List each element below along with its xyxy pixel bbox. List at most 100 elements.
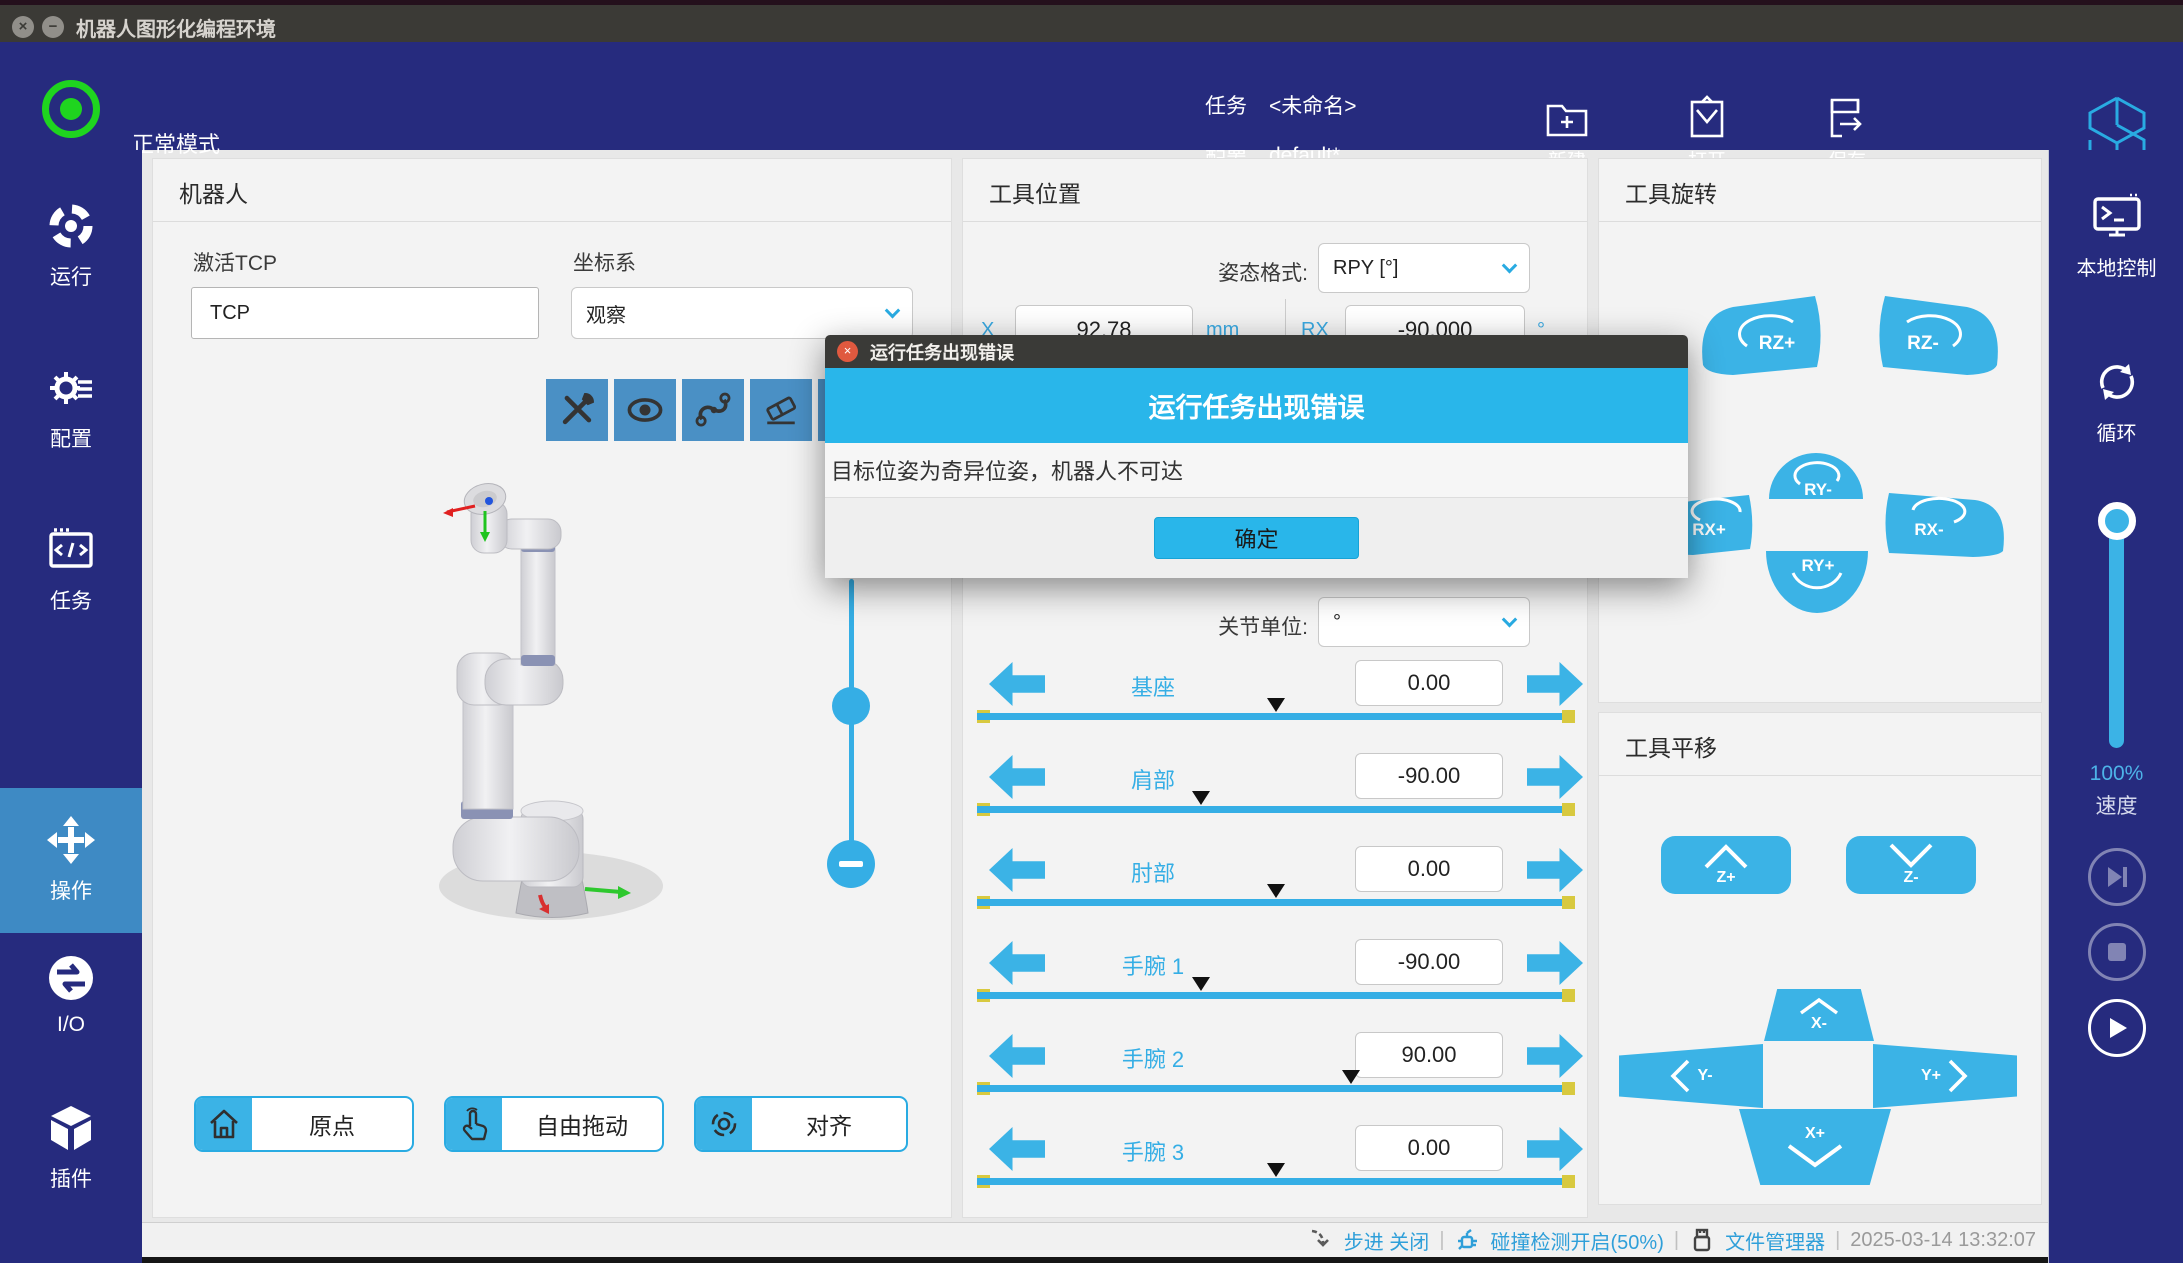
trace-path-icon xyxy=(691,388,735,432)
pose-format-label: 姿态格式: xyxy=(1023,257,1308,287)
terminal-icon xyxy=(2090,190,2144,244)
eye-icon xyxy=(623,388,667,432)
free-drag-label: 自由拖动 xyxy=(502,1098,662,1150)
zoom-slider-track[interactable] xyxy=(849,579,854,871)
clock: 2025-03-14 13:32:07 xyxy=(1850,1229,2036,1252)
y-plus-button[interactable]: Y+ xyxy=(1873,1044,2017,1108)
io-icon xyxy=(45,952,97,1004)
align-label: 对齐 xyxy=(752,1098,906,1150)
align-button[interactable]: 对齐 xyxy=(694,1096,908,1152)
stop-icon xyxy=(2102,937,2132,967)
sidebar-item-label: 配置 xyxy=(50,423,92,453)
sidebar-item-plugin[interactable]: 插件 xyxy=(0,1088,142,1193)
error-dialog: × 运行任务出现错误 运行任务出现错误 目标位姿为奇异位姿，机器人不可达 确定 xyxy=(825,335,1688,578)
joint-slider-marker[interactable] xyxy=(1267,698,1285,712)
joint-slider-marker[interactable] xyxy=(1192,977,1210,991)
zoom-out-button[interactable] xyxy=(827,840,875,888)
dialog-ok-button[interactable]: 确定 xyxy=(1154,517,1359,559)
chevron-right-icon xyxy=(1947,1058,1969,1094)
rz-minus-label: RZ- xyxy=(1907,333,1939,354)
step-forward-button[interactable] xyxy=(2088,848,2146,906)
sidebar-item-operate[interactable]: 操作 xyxy=(0,788,142,933)
play-button[interactable] xyxy=(2088,999,2146,1057)
x-plus-button[interactable]: X+ xyxy=(1739,1109,1891,1185)
chevron-up-icon xyxy=(1700,843,1752,869)
speed-slider-track[interactable] xyxy=(2109,505,2124,748)
view-erase-button[interactable] xyxy=(750,379,812,441)
joint-slider[interactable] xyxy=(977,1070,1575,1096)
close-icon[interactable]: × xyxy=(12,16,34,38)
joint-row: 基座 0.00 xyxy=(963,656,1589,749)
rx-minus-button[interactable] xyxy=(1886,493,2004,557)
home-button[interactable]: 原点 xyxy=(194,1096,414,1152)
z-minus-button[interactable]: Z- xyxy=(1846,836,1976,894)
minimize-icon[interactable]: − xyxy=(42,16,64,38)
separator: | xyxy=(1439,1229,1444,1252)
collision-robot-icon xyxy=(1455,1227,1481,1253)
sidebar-item-label: 插件 xyxy=(50,1163,92,1193)
dialog-titlebar[interactable]: × 运行任务出现错误 xyxy=(825,335,1688,368)
joint-row: 手腕 2 90.00 xyxy=(963,1028,1589,1121)
titlebar: × − 机器人图形化编程环境 xyxy=(0,0,2183,42)
z-plus-button[interactable]: Z+ xyxy=(1661,836,1791,894)
app-header: 正常模式 任务 <未命名> 配置 default* 新建 打开 保存 xyxy=(0,42,2183,150)
sidebar-item-run[interactable]: 运行 xyxy=(0,186,142,291)
joint-slider[interactable] xyxy=(977,1163,1575,1189)
dialog-close-icon[interactable]: × xyxy=(837,341,858,362)
joint-unit-dropdown[interactable]: ° xyxy=(1318,597,1530,647)
robot-3d-view[interactable] xyxy=(413,461,713,941)
joint-row: 肘部 0.00 xyxy=(963,842,1589,935)
chevron-down-icon xyxy=(1502,257,1518,273)
robot-panel-title: 机器人 xyxy=(179,175,248,209)
zoom-slider-knob[interactable] xyxy=(832,687,870,725)
joint-slider-marker[interactable] xyxy=(1192,791,1210,805)
file-manager-link[interactable]: 文件管理器 xyxy=(1725,1226,1825,1255)
local-control-button[interactable]: 本地控制 xyxy=(2049,190,2183,281)
joint-slider[interactable] xyxy=(977,977,1575,1003)
joint-slider-marker[interactable] xyxy=(1342,1070,1360,1084)
view-tools-button[interactable] xyxy=(546,379,608,441)
tcp-input[interactable]: TCP xyxy=(191,287,539,339)
eraser-icon xyxy=(759,388,803,432)
rz-plus-label: RZ+ xyxy=(1759,333,1795,354)
joint-row: 肩部 -90.00 xyxy=(963,749,1589,842)
sidebar-item-config[interactable]: 配置 xyxy=(0,348,142,453)
loop-button[interactable]: 循环 xyxy=(2049,355,2183,446)
tcp-label: 激活TCP xyxy=(193,247,277,277)
left-sidebar: 运行 配置 任务 操作 xyxy=(0,150,142,1263)
chevron-up-icon xyxy=(1797,997,1841,1015)
joint-slider-marker[interactable] xyxy=(1267,1163,1285,1177)
run-icon xyxy=(45,200,97,252)
sidebar-item-io[interactable]: I/O xyxy=(0,938,142,1037)
mode-status-icon xyxy=(42,80,100,138)
rx-plus-label: RX+ xyxy=(1692,520,1726,539)
joint-slider[interactable] xyxy=(977,884,1575,910)
joint-slider[interactable] xyxy=(977,698,1575,724)
speed-label: 速度 xyxy=(2049,790,2183,820)
open-icon xyxy=(1683,94,1731,142)
x-minus-button[interactable]: X- xyxy=(1764,989,1874,1041)
view-visibility-button[interactable] xyxy=(614,379,676,441)
free-drag-button[interactable]: 自由拖动 xyxy=(444,1096,664,1152)
frame-dropdown[interactable]: 观察 xyxy=(571,287,913,339)
speed-slider-knob[interactable] xyxy=(2098,502,2136,540)
dialog-footer: 确定 xyxy=(825,498,1688,578)
dialog-title: 运行任务出现错误 xyxy=(870,339,1014,365)
joint-slider[interactable] xyxy=(977,791,1575,817)
pose-format-dropdown[interactable]: RPY [°] xyxy=(1318,243,1530,293)
code-window-icon xyxy=(45,524,97,576)
chevron-left-icon xyxy=(1669,1058,1691,1094)
joint-slider-marker[interactable] xyxy=(1267,884,1285,898)
joint-unit-label: 关节单位: xyxy=(1023,611,1308,641)
play-icon xyxy=(2102,1013,2132,1043)
sidebar-item-task[interactable]: 任务 xyxy=(0,510,142,615)
y-minus-button[interactable]: Y- xyxy=(1619,1044,1763,1108)
view-trace-button[interactable] xyxy=(682,379,744,441)
dialog-message: 目标位姿为奇异位姿，机器人不可达 xyxy=(825,443,1688,498)
stop-button[interactable] xyxy=(2088,923,2146,981)
skip-next-icon xyxy=(2102,862,2132,892)
step-status[interactable]: 步进 关闭 xyxy=(1344,1226,1430,1255)
separator: | xyxy=(1835,1229,1840,1252)
pose-format-value: RPY [°] xyxy=(1333,257,1398,280)
collision-status[interactable]: 碰撞检测开启(50%) xyxy=(1491,1226,1664,1255)
